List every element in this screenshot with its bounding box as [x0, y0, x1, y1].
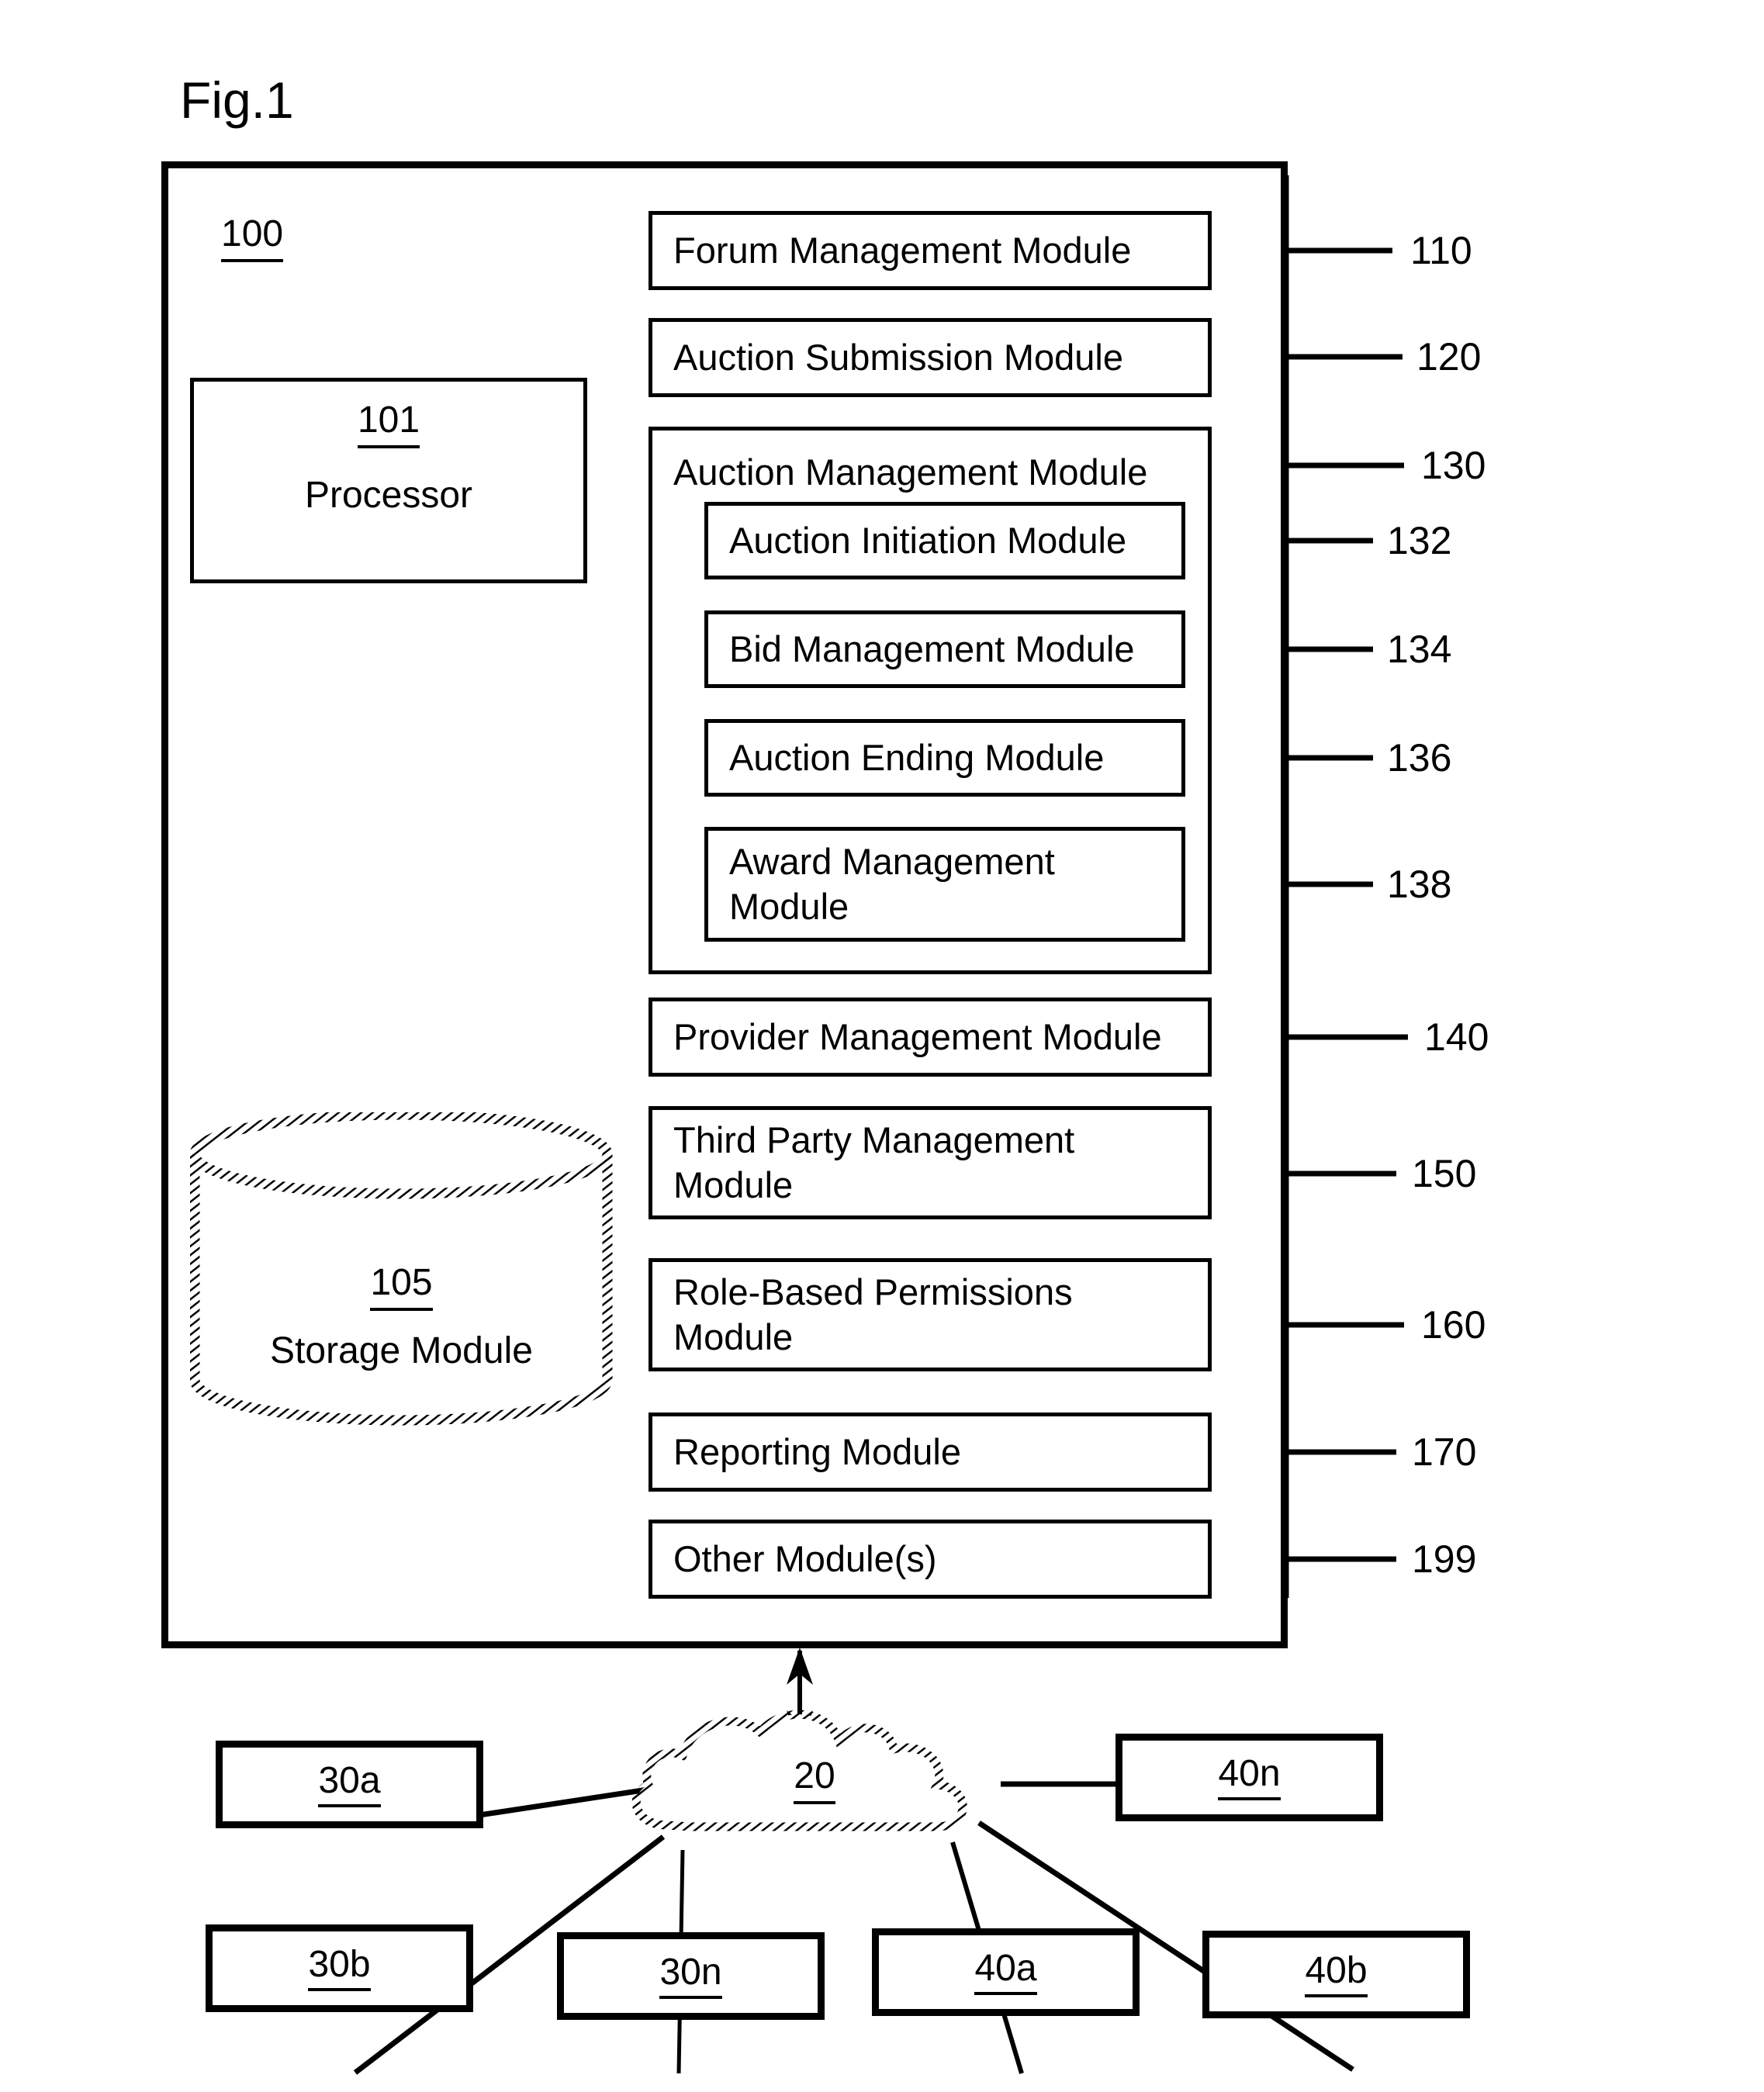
storage-block: 105 Storage Module: [190, 1112, 613, 1432]
reference-110: 110: [1410, 229, 1472, 272]
submodule-bid-management[interactable]: Bid Management Module: [704, 610, 1185, 688]
terminal-30a[interactable]: 30a: [216, 1741, 483, 1828]
module-provider-management[interactable]: Provider Management Module: [649, 998, 1212, 1077]
storage-label: Storage Module: [270, 1330, 533, 1371]
submodule-auction-ending[interactable]: Auction Ending Module: [704, 719, 1185, 797]
submodule-label: Award Management Module: [729, 841, 1055, 927]
module-label: Reporting Module: [673, 1431, 961, 1472]
module-label: Third Party Management Module: [673, 1119, 1075, 1205]
terminal-40n[interactable]: 40n: [1115, 1734, 1383, 1821]
module-label: Role-Based Permissions Module: [673, 1271, 1073, 1357]
reference-140: 140: [1424, 1015, 1489, 1059]
processor-label: Processor: [304, 475, 473, 516]
processor-reference: 101: [194, 399, 583, 448]
module-auction-submission[interactable]: Auction Submission Module: [649, 318, 1212, 397]
reference-120: 120: [1416, 335, 1482, 379]
terminal-label: 40b: [1305, 1952, 1368, 1997]
system-reference-label: 100: [221, 213, 284, 262]
submodule-award-management[interactable]: Award Management Module: [704, 827, 1185, 942]
cloud-reference: 20: [621, 1755, 1008, 1804]
processor-block: 101 Processor: [190, 378, 587, 583]
module-label: Forum Management Module: [673, 230, 1132, 271]
terminal-30b[interactable]: 30b: [206, 1924, 473, 2012]
reference-130: 130: [1421, 444, 1486, 487]
reference-134: 134: [1387, 628, 1452, 671]
module-reporting[interactable]: Reporting Module: [649, 1413, 1212, 1492]
reference-160: 160: [1421, 1303, 1486, 1347]
module-role-based-permissions[interactable]: Role-Based Permissions Module: [649, 1258, 1212, 1371]
module-label: Auction Management Module: [673, 451, 1148, 493]
reference-199: 199: [1412, 1537, 1477, 1581]
terminal-label: 30a: [318, 1762, 381, 1807]
terminal-label: 30b: [308, 1945, 371, 1991]
network-cloud: 20: [621, 1701, 1008, 1872]
submodule-label: Bid Management Module: [729, 628, 1135, 669]
terminal-label: 40a: [974, 1949, 1037, 1995]
terminal-40b[interactable]: 40b: [1202, 1931, 1470, 2018]
terminal-label: 40n: [1218, 1755, 1281, 1800]
reference-138: 138: [1387, 863, 1452, 906]
storage-reference: 105: [190, 1262, 613, 1311]
terminal-label: 30n: [659, 1953, 722, 1999]
reference-132: 132: [1387, 519, 1452, 562]
module-other[interactable]: Other Module(s): [649, 1520, 1212, 1599]
module-label: Auction Submission Module: [673, 337, 1123, 378]
module-third-party-management[interactable]: Third Party Management Module: [649, 1106, 1212, 1219]
submodule-label: Auction Ending Module: [729, 737, 1105, 778]
reference-170: 170: [1412, 1430, 1477, 1474]
submodule-label: Auction Initiation Module: [729, 520, 1127, 561]
submodule-auction-initiation[interactable]: Auction Initiation Module: [704, 502, 1185, 579]
reference-136: 136: [1387, 736, 1452, 780]
figure-title: Fig.1: [180, 71, 294, 129]
module-label: Provider Management Module: [673, 1016, 1162, 1057]
terminal-30n[interactable]: 30n: [557, 1932, 825, 2020]
module-label: Other Module(s): [673, 1538, 937, 1579]
figure-canvas: Fig.1 100 101 Processor 105 Storage Modu…: [0, 0, 1764, 2092]
terminal-40a[interactable]: 40a: [872, 1928, 1140, 2016]
module-forum-management[interactable]: Forum Management Module: [649, 211, 1212, 290]
reference-150: 150: [1412, 1152, 1477, 1195]
